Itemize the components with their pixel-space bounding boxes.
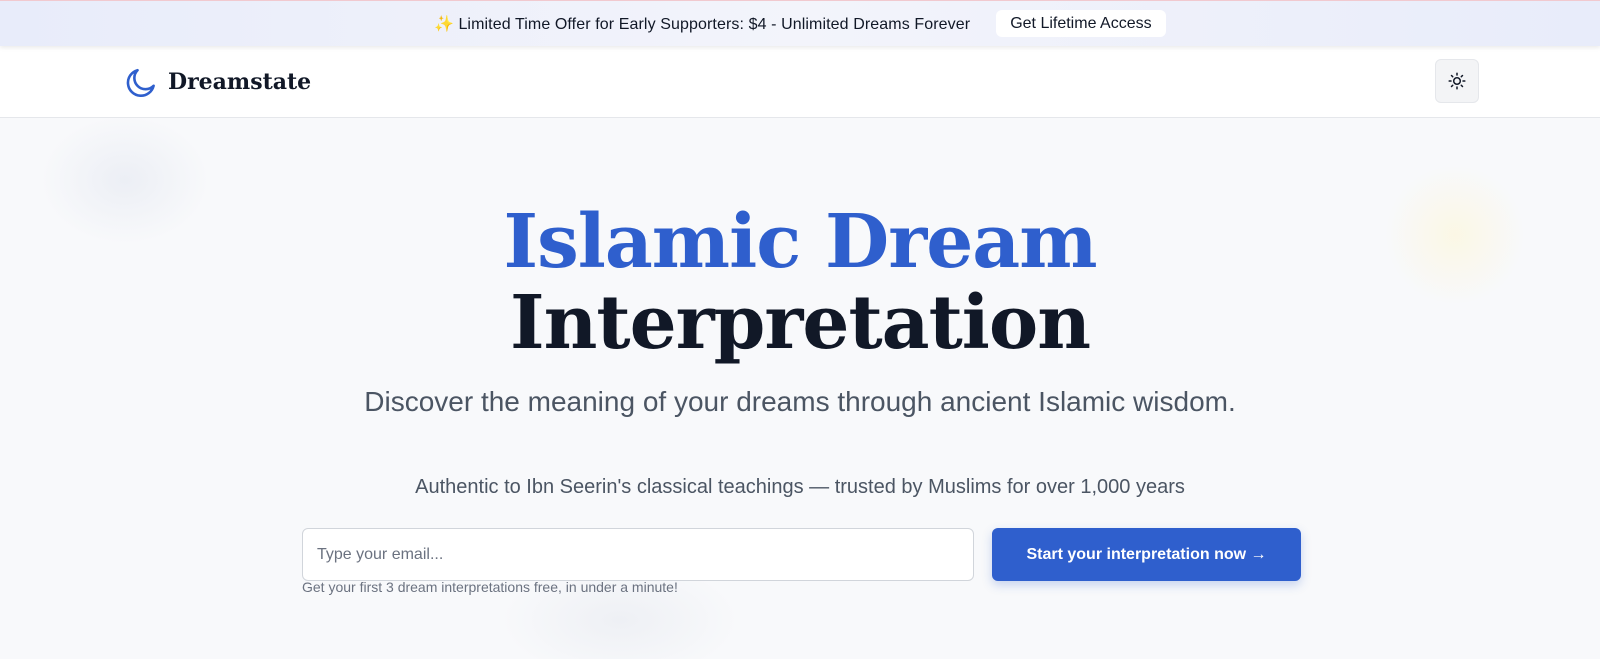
trust-statement: Authentic to Ibn Seerin's classical teac…	[415, 476, 1185, 498]
promo-text-wrapper: ✨ Limited Time Offer for Early Supporters…	[434, 14, 970, 34]
moon-icon	[126, 68, 155, 98]
sun-icon	[1448, 72, 1466, 90]
brand-logo-link[interactable]: Dreamstate	[124, 64, 311, 100]
theme-toggle-button[interactable]	[1435, 59, 1479, 103]
sparkle-icon: ✨	[434, 15, 455, 33]
hero-subtitle: Discover the meaning of your dreams thro…	[364, 386, 1236, 417]
navbar: Dreamstate	[0, 46, 1600, 118]
start-interpretation-button[interactable]: Start your interpretation now →	[992, 528, 1301, 581]
free-trial-note: Get your first 3 dream interpretations f…	[302, 579, 678, 595]
email-input[interactable]	[302, 528, 974, 581]
hero-title: Interpretation	[509, 280, 1091, 366]
get-lifetime-access-button[interactable]: Get Lifetime Access	[996, 10, 1166, 37]
brand-name: Dreamstate	[168, 69, 312, 95]
promo-banner: ✨ Limited Time Offer for Early Supporters…	[0, 0, 1600, 46]
hero-title-accent: Islamic Dream	[503, 199, 1097, 285]
promo-text: Limited Time Offer for Early Supporters:…	[458, 15, 971, 33]
